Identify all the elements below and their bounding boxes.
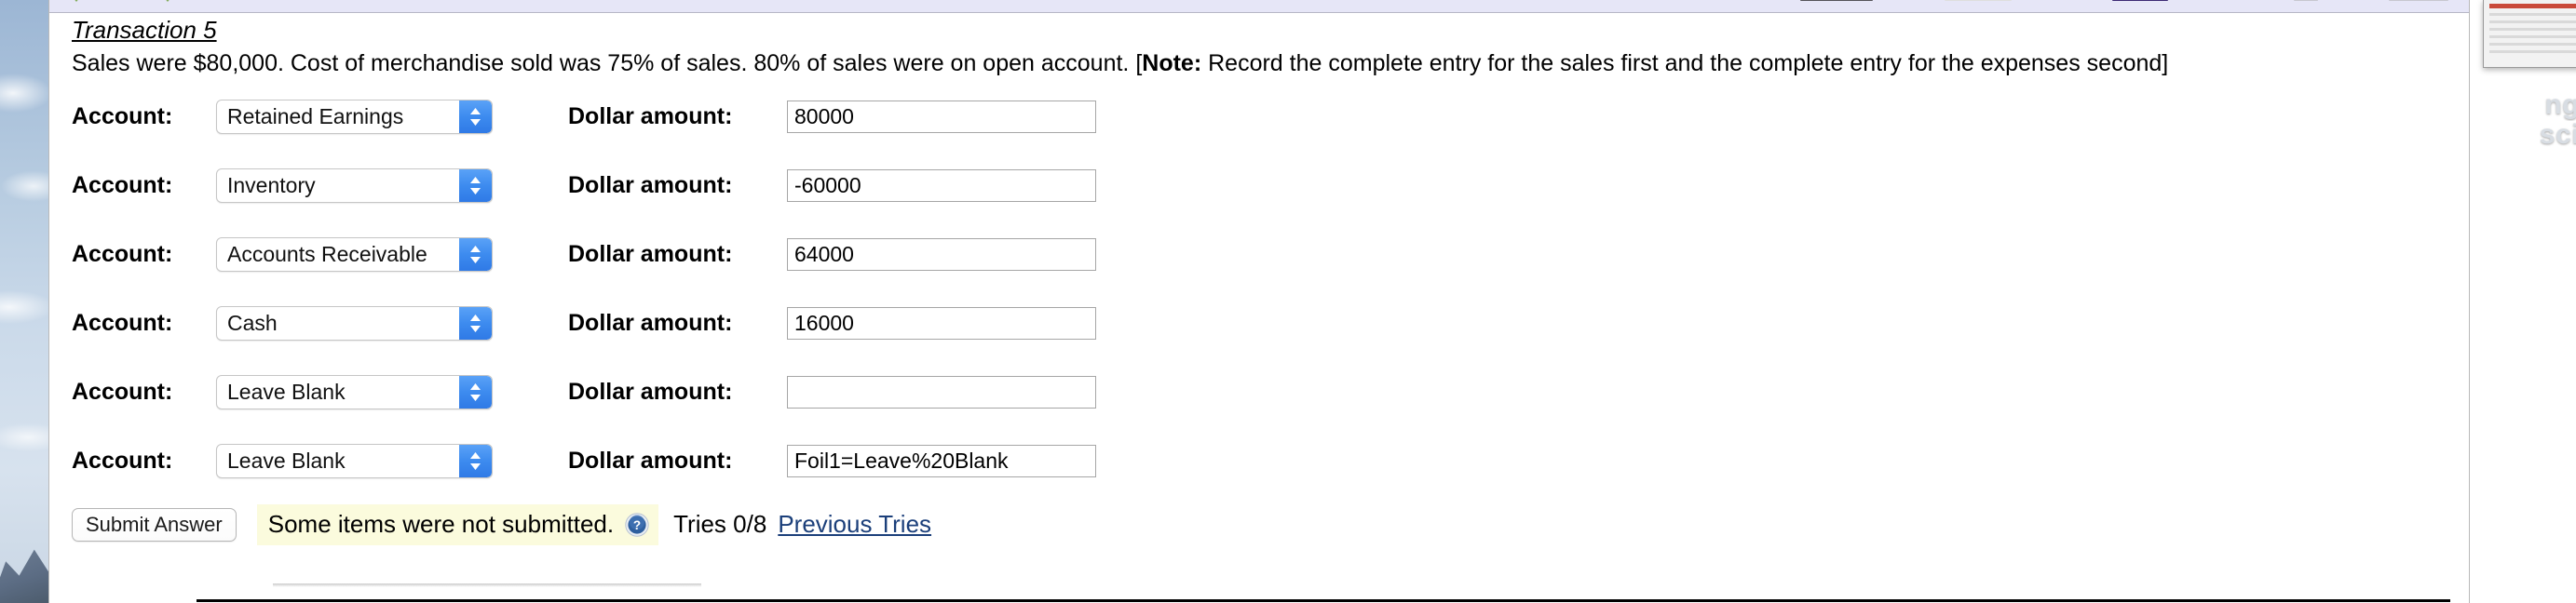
tries-counter: Tries 0/8: [673, 510, 767, 539]
forward-arrow-icon[interactable]: [159, 0, 176, 2]
account-select-2-value: Inventory: [227, 172, 316, 197]
entry-rows: Account: Retained Earnings Dollar amount…: [49, 98, 2469, 480]
description-note-label: Note:: [1142, 49, 1202, 76]
account-select-5[interactable]: Leave Blank: [216, 374, 493, 409]
background-window-line: [2489, 13, 2576, 16]
status-area: Some items were not submitted. ? Tries 0…: [256, 503, 931, 545]
background-window-titlebar: [2489, 4, 2576, 8]
chevron-updown-icon[interactable]: [459, 168, 492, 202]
dollar-input-1[interactable]: 80000: [787, 100, 1096, 133]
toolbar-item-dark[interactable]: [1800, 0, 1873, 1]
account-select-3-value: Accounts Receivable: [227, 241, 427, 266]
transaction-description: Sales were $80,000. Cost of merchandise …: [49, 45, 2469, 79]
dollar-label: Dollar amount:: [568, 102, 733, 129]
screen: ng sci Transaction 5 Sales were $80,000.…: [0, 0, 2576, 603]
table-row: Account: Cash Dollar amount: 16000: [72, 304, 2469, 342]
chevron-updown-icon[interactable]: [459, 306, 492, 340]
account-select-1-value: Retained Earnings: [227, 103, 404, 128]
background-window-line: [2489, 35, 2576, 38]
background-window-line: [2489, 20, 2576, 23]
svg-text:?: ?: [633, 518, 641, 532]
panel-shadow: [273, 583, 701, 587]
browser-window: Transaction 5 Sales were $80,000. Cost o…: [48, 0, 2470, 603]
status-message-text: Some items were not submitted.: [267, 510, 615, 539]
account-label: Account:: [72, 447, 173, 474]
back-arrow-icon[interactable]: [68, 0, 85, 2]
dollar-label: Dollar amount:: [568, 309, 733, 336]
description-part-2: Record the complete entry for the sales …: [1201, 49, 2169, 76]
account-label: Account:: [72, 171, 173, 198]
table-row: Account: Retained Earnings Dollar amount…: [72, 98, 2469, 136]
toolbar-item-purple[interactable]: [2112, 0, 2168, 1]
dollar-label: Dollar amount:: [568, 378, 733, 405]
desktop-wallpaper-right: ng sci: [2468, 0, 2576, 603]
table-row: Account: Inventory Dollar amount: -60000: [72, 167, 2469, 205]
previous-tries-link[interactable]: Previous Tries: [778, 510, 931, 539]
account-select-4-value: Cash: [227, 310, 278, 335]
desktop-wallpaper-left: [0, 0, 75, 603]
dollar-label: Dollar amount:: [568, 447, 733, 474]
background-window-line: [2489, 50, 2576, 53]
description-part-1: Sales were $80,000. Cost of merchandise …: [72, 49, 1143, 76]
chevron-updown-icon[interactable]: [459, 444, 492, 477]
toolbar-item-small[interactable]: [2294, 0, 2318, 1]
submit-bar: Submit Answer Some items were not submit…: [49, 503, 2469, 545]
page-content: Transaction 5 Sales were $80,000. Cost o…: [49, 13, 2469, 603]
chevron-updown-icon[interactable]: [459, 100, 492, 133]
background-window: [2483, 0, 2576, 68]
account-select-6-value: Leave Blank: [227, 448, 346, 473]
wallpaper-text-line1: ng: [2544, 89, 2576, 120]
background-window-line: [2489, 43, 2576, 46]
table-row: Account: Accounts Receivable Dollar amou…: [72, 235, 2469, 274]
dollar-input-5[interactable]: [787, 375, 1096, 409]
dollar-input-6[interactable]: Foil1=Leave%20Blank: [787, 444, 1096, 477]
browser-toolbar: [49, 0, 2469, 13]
account-select-3[interactable]: Accounts Receivable: [216, 236, 493, 272]
dollar-label: Dollar amount:: [568, 171, 733, 198]
account-label: Account:: [72, 309, 173, 336]
table-row: Account: Leave Blank Dollar amount: Foil…: [72, 442, 2469, 480]
bottom-divider: [197, 599, 2450, 602]
account-select-2[interactable]: Inventory: [216, 168, 493, 203]
account-label: Account:: [72, 240, 173, 267]
background-window-line: [2489, 28, 2576, 31]
account-select-6[interactable]: Leave Blank: [216, 443, 493, 478]
dollar-label: Dollar amount:: [568, 240, 733, 267]
chevron-updown-icon[interactable]: [459, 375, 492, 409]
help-icon[interactable]: ?: [625, 513, 649, 537]
toolbar-item-grey[interactable]: [2389, 0, 2448, 1]
dollar-input-3[interactable]: 64000: [787, 237, 1096, 271]
account-label: Account:: [72, 378, 173, 405]
transaction-heading: Transaction 5: [72, 16, 217, 44]
account-select-5-value: Leave Blank: [227, 379, 346, 404]
toolbar-item-light[interactable]: [1945, 0, 2012, 1]
dollar-input-2[interactable]: -60000: [787, 168, 1096, 202]
dollar-input-4[interactable]: 16000: [787, 306, 1096, 340]
account-select-4[interactable]: Cash: [216, 305, 493, 341]
wallpaper-text-line2: sci: [2539, 119, 2576, 150]
submit-answer-button[interactable]: Submit Answer: [72, 507, 237, 543]
status-message-box: Some items were not submitted. ?: [256, 503, 659, 545]
account-label: Account:: [72, 102, 173, 129]
table-row: Account: Leave Blank Dollar amount:: [72, 373, 2469, 411]
chevron-updown-icon[interactable]: [459, 237, 492, 271]
account-select-1[interactable]: Retained Earnings: [216, 99, 493, 134]
